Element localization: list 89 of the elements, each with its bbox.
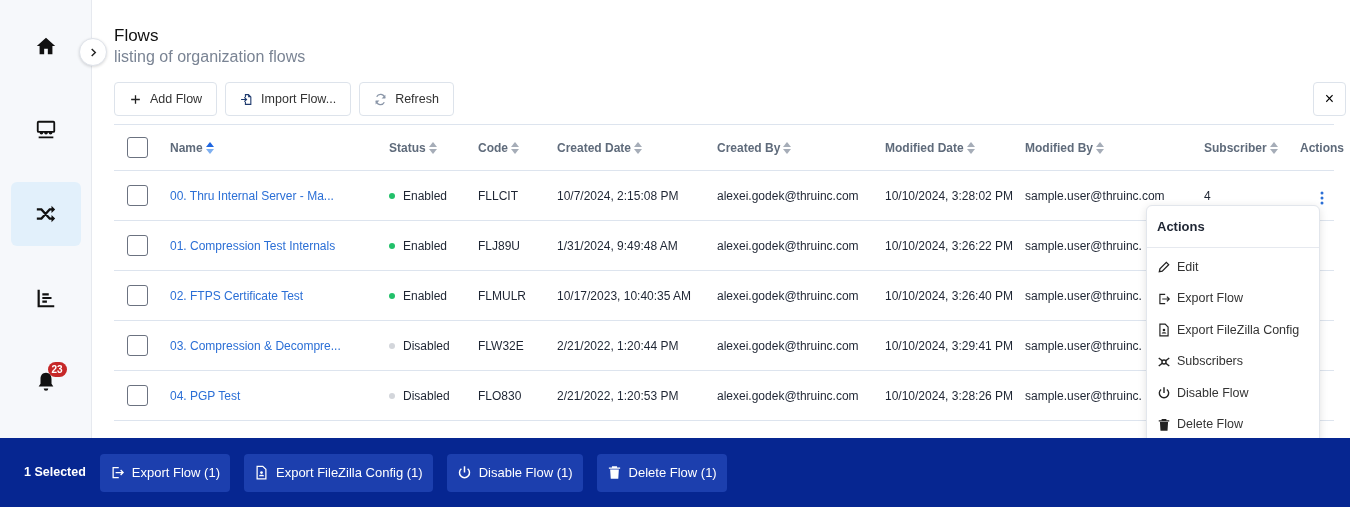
- table-cell: sample.user@thruinc.: [1025, 288, 1142, 303]
- selected-count: 1 Selected: [24, 464, 86, 482]
- flow-name-link[interactable]: 01. Compression Test Internals: [170, 238, 336, 253]
- page-subtitle: listing of organization flows: [114, 47, 307, 67]
- sidebar-item[interactable]: 23: [10, 350, 81, 414]
- bulk-action-button[interactable]: Export FileZilla Config (1): [244, 453, 433, 492]
- table-cell: FLLCIT: [478, 188, 518, 203]
- plus-icon: [129, 92, 142, 106]
- toolbar-button[interactable]: Add Flow: [114, 82, 218, 116]
- page-title: Flows: [114, 26, 160, 46]
- table-cell: 10/7/2024, 2:15:08 PM: [557, 188, 679, 203]
- power-icon: [1157, 386, 1171, 401]
- bulk-action-button[interactable]: Export Flow (1): [99, 453, 230, 492]
- menu-item[interactable]: Export Flow: [1147, 283, 1319, 315]
- toolbar-button[interactable]: Refresh: [359, 82, 454, 116]
- table-cell: 10/17/2023, 10:40:35 AM: [557, 288, 692, 303]
- table-cell: FLO830: [478, 388, 522, 403]
- pencil-icon: [1157, 260, 1171, 275]
- table-cell: 10/10/2024, 3:26:40 PM: [885, 288, 1014, 303]
- row-checkbox[interactable]: [127, 185, 148, 206]
- import-icon: [240, 92, 254, 106]
- column-header: Created By: [717, 140, 781, 155]
- status-text: Enabled: [403, 288, 448, 303]
- table-cell: alexei.godek@thruinc.com: [717, 338, 859, 353]
- kebab-menu-icon[interactable]: [1320, 190, 1324, 205]
- table-cell: sample.user@thruinc.: [1025, 388, 1142, 403]
- status-text: Enabled: [403, 238, 448, 253]
- column-header: Actions: [1300, 140, 1344, 155]
- table-cell: 10/10/2024, 3:28:26 PM: [885, 388, 1014, 403]
- column-header: Name: [170, 140, 203, 155]
- group-icon: [34, 119, 57, 141]
- table-cell: sample.user@thruinc.: [1025, 338, 1142, 353]
- flow-name-link[interactable]: 04. PGP Test: [170, 388, 241, 403]
- column-header: Modified Date: [885, 140, 964, 155]
- flow-name-link[interactable]: 03. Compression & Decompre...: [170, 338, 341, 353]
- flow-name-link[interactable]: 00. Thru Internal Server - Ma...: [170, 188, 334, 203]
- status-text: Enabled: [403, 188, 448, 203]
- trash-icon: [606, 465, 622, 480]
- table-cell: alexei.godek@thruinc.com: [717, 238, 859, 253]
- chevron-right-icon: [88, 47, 98, 57]
- toolbar-button[interactable]: Import Flow...: [225, 82, 352, 116]
- table-cell: alexei.godek@thruinc.com: [717, 288, 859, 303]
- bulk-action-button[interactable]: Disable Flow (1): [446, 453, 583, 492]
- column-header: Code: [478, 140, 508, 155]
- table-cell: 1/31/2024, 9:49:48 AM: [557, 238, 678, 253]
- sort-icon[interactable]: [205, 142, 214, 155]
- refresh-icon: [374, 92, 388, 106]
- bulk-action-button[interactable]: Delete Flow (1): [596, 453, 727, 492]
- table-cell: 4: [1204, 188, 1211, 203]
- power-icon: [456, 465, 472, 480]
- table-cell: FLJ89U: [478, 238, 521, 253]
- table-cell: 2/21/2022, 1:20:53 PM: [557, 388, 679, 403]
- column-header: Subscriber: [1204, 140, 1267, 155]
- trash-icon: [1157, 417, 1171, 432]
- status-text: Disabled: [403, 388, 450, 403]
- row-checkbox[interactable]: [127, 385, 148, 406]
- table-cell: 2/21/2022, 1:20:44 PM: [557, 338, 679, 353]
- column-header: Status: [389, 140, 426, 155]
- export-icon: [1157, 291, 1171, 306]
- table-cell: alexei.godek@thruinc.com: [717, 388, 859, 403]
- menu-item[interactable]: Delete Flow: [1147, 409, 1319, 441]
- table-cell: sample.user@thruinc.: [1025, 238, 1142, 253]
- row-checkbox[interactable]: [127, 335, 148, 356]
- table-cell: 10/10/2024, 3:29:41 PM: [885, 338, 1014, 353]
- menu-item[interactable]: Disable Flow: [1147, 377, 1319, 409]
- table-cell: alexei.godek@thruinc.com: [717, 188, 859, 203]
- flow-name-link[interactable]: 02. FTPS Certificate Test: [170, 288, 304, 303]
- sidebar-item[interactable]: [10, 182, 81, 246]
- menu-item[interactable]: Subscribers: [1147, 346, 1319, 378]
- table-cell: 10/10/2024, 3:28:02 PM: [885, 188, 1014, 203]
- table-cell: FLW32E: [478, 338, 524, 353]
- column-header: Modified By: [1025, 140, 1093, 155]
- menu-title: Actions: [1147, 206, 1319, 248]
- column-header: Created Date: [557, 140, 632, 155]
- export-icon: [109, 465, 125, 480]
- close-button[interactable]: ×: [1313, 82, 1346, 116]
- table-cell: 10/10/2024, 3:26:22 PM: [885, 238, 1014, 253]
- table-cell: FLMULR: [478, 288, 526, 303]
- menu-item[interactable]: Export FileZilla Config: [1147, 314, 1319, 346]
- notification-badge: 23: [47, 362, 67, 377]
- select-all-checkbox[interactable]: [127, 137, 148, 158]
- house-icon: [34, 35, 57, 57]
- menu-item[interactable]: Edit: [1147, 251, 1319, 283]
- document-icon: [1157, 323, 1171, 338]
- row-checkbox[interactable]: [127, 235, 148, 256]
- row-checkbox[interactable]: [127, 285, 148, 306]
- status-text: Disabled: [403, 338, 450, 353]
- table-cell: sample.user@thruinc.com: [1025, 188, 1165, 203]
- document-icon: [254, 465, 269, 480]
